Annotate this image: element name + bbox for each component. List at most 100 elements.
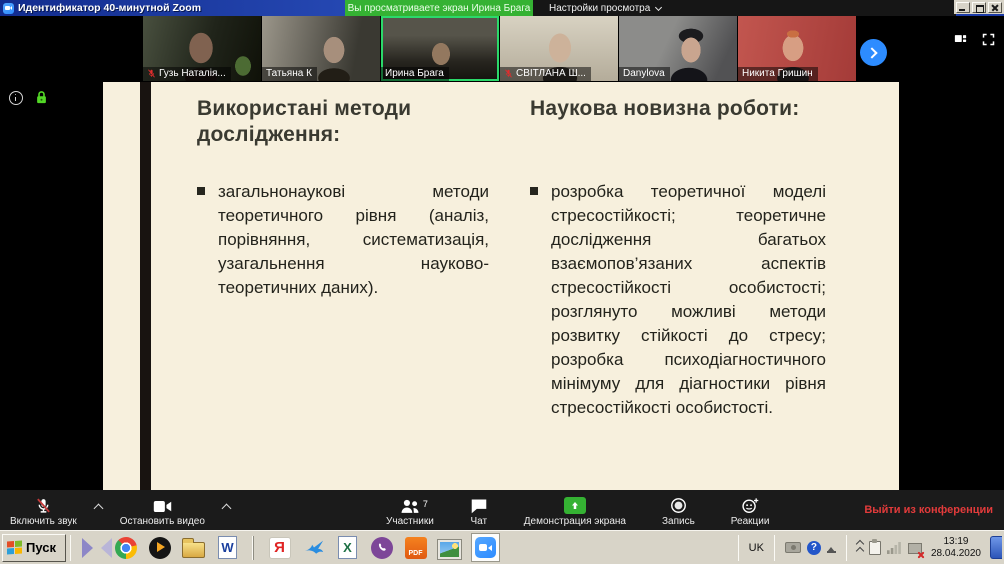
- unmute-label: Включить звук: [10, 516, 77, 527]
- chat-icon: [470, 498, 488, 514]
- excel-icon[interactable]: X: [335, 535, 360, 560]
- info-icon[interactable]: [9, 91, 23, 105]
- blue-bird-app-icon[interactable]: [301, 535, 326, 560]
- view-mode-icons: [953, 32, 996, 47]
- video-tiles: Гузь Наталія... Татьяна К Ирина Брага СВ…: [143, 16, 856, 81]
- foxit-pdf-icon[interactable]: PDF: [403, 535, 428, 560]
- windows-logo-icon: [7, 540, 22, 554]
- windows-taskbar: Пуск W Я X PDF: [0, 530, 1004, 564]
- stop-video-label: Остановить видео: [120, 516, 205, 527]
- chat-label: Чат: [470, 516, 487, 527]
- video-tile-active-speaker[interactable]: Ирина Брага: [381, 16, 499, 81]
- restore-button[interactable]: [972, 2, 986, 13]
- video-tile[interactable]: Гузь Наталія...: [143, 16, 261, 81]
- mic-muted-icon: [504, 69, 513, 78]
- participant-name: Danylova: [623, 68, 665, 79]
- toolbar-left-group: Включить звук Остановить видео: [2, 490, 240, 530]
- quick-launch: W Я X PDF: [79, 533, 500, 562]
- reactions-button[interactable]: Реакции: [723, 490, 778, 530]
- participant-name: Татьяна К: [266, 68, 312, 79]
- participants-icon: [400, 498, 420, 514]
- slide-bullet-left-text: загальнонаукові методи теоретичного рівн…: [218, 180, 489, 300]
- participants-label: Участники: [386, 516, 434, 527]
- taskbar-window-button[interactable]: [990, 536, 1002, 559]
- screen-share-banner: Вы просматриваете экран Ирина Брага: [345, 0, 533, 16]
- help-icon[interactable]: ?: [807, 541, 821, 555]
- chevron-up-icon: [93, 503, 103, 513]
- reactions-label: Реакции: [731, 516, 770, 527]
- close-button[interactable]: [988, 2, 1002, 13]
- next-participants-button[interactable]: [860, 39, 887, 66]
- chrome-icon[interactable]: [113, 535, 138, 560]
- slide-heading-left: Використані методи дослідження:: [197, 96, 497, 148]
- start-label: Пуск: [26, 540, 56, 555]
- chevron-right-icon: [866, 47, 877, 58]
- kmplayer-icon[interactable]: [79, 535, 104, 560]
- start-button[interactable]: Пуск: [2, 534, 66, 562]
- fullscreen-icon[interactable]: [981, 32, 996, 47]
- audio-options-button[interactable]: [85, 490, 112, 530]
- yandex-browser-icon[interactable]: Я: [267, 535, 292, 560]
- word-icon[interactable]: W: [215, 535, 240, 560]
- safely-remove-icon[interactable]: [827, 543, 836, 553]
- slide-bullet-right-text: розробка теоретичної моделі стресостійко…: [551, 180, 826, 420]
- participant-label: Татьяна К: [262, 67, 317, 81]
- tray-date: 28.04.2020: [931, 548, 981, 560]
- tray-clock[interactable]: 13:19 28.04.2020: [928, 536, 984, 559]
- mic-off-icon: [35, 497, 52, 514]
- picture-manager-icon[interactable]: [437, 535, 462, 560]
- folder-icon[interactable]: [181, 535, 206, 560]
- share-screen-button[interactable]: Демонстрация экрана: [516, 490, 634, 530]
- zoom-taskbar-button[interactable]: [471, 533, 500, 562]
- video-tile[interactable]: Danylova: [619, 16, 737, 81]
- bullet-marker: [530, 187, 538, 195]
- stop-video-button[interactable]: Остановить видео: [112, 490, 213, 530]
- window-controls: [954, 0, 1004, 14]
- chevron-up-icon: [221, 503, 231, 513]
- toolbar-center-group: 7 Участники Чат Демонстрация экрана Запи…: [378, 490, 777, 530]
- video-tile[interactable]: СВІТЛАНА Ш...: [500, 16, 618, 81]
- pdf-label: PDF: [405, 537, 427, 559]
- yandex-letter: Я: [269, 537, 291, 559]
- video-camera-icon: [153, 499, 172, 514]
- minimize-button[interactable]: [956, 2, 970, 13]
- video-tile[interactable]: Татьяна К: [262, 16, 380, 81]
- chevron-down-icon[interactable]: [655, 3, 662, 10]
- participant-label: Гузь Наталія...: [143, 67, 231, 81]
- taskbar-divider: [70, 535, 71, 561]
- participant-label: СВІТЛАНА Ш...: [500, 67, 591, 81]
- viber-icon[interactable]: [369, 535, 394, 560]
- view-settings-button[interactable]: Настройки просмотра: [549, 3, 650, 14]
- word-letter: W: [218, 536, 237, 559]
- hidden-icons-chevron[interactable]: [857, 541, 863, 554]
- unmute-button[interactable]: Включить звук: [2, 490, 85, 530]
- window-title: Идентификатор 40-минутной Zoom: [18, 2, 201, 14]
- window-titlebar: Идентификатор 40-минутной Zoom Вы просма…: [0, 0, 1004, 16]
- record-label: Запись: [662, 516, 695, 527]
- language-indicator[interactable]: UK: [749, 542, 764, 554]
- video-tile[interactable]: Никита Гришин: [738, 16, 856, 81]
- network-disconnected-icon[interactable]: [908, 543, 922, 554]
- participant-name: СВІТЛАНА Ш...: [516, 68, 586, 79]
- record-button[interactable]: Запись: [654, 490, 703, 530]
- signal-bars-icon[interactable]: [887, 542, 902, 554]
- participant-name: Гузь Наталія...: [159, 68, 226, 79]
- video-options-button[interactable]: [213, 490, 240, 530]
- slide-bullet-right: розробка теоретичної моделі стресостійко…: [530, 180, 826, 420]
- clipboard-tray-icon[interactable]: [869, 541, 881, 555]
- slide-heading-right: Наукова новизна роботи:: [530, 96, 840, 122]
- tray-time: 13:19: [931, 536, 981, 548]
- participants-button[interactable]: 7 Участники: [378, 490, 442, 530]
- gallery-view-icon[interactable]: [953, 32, 968, 47]
- system-tray: UK ? 13:19 28.04.2020: [734, 531, 1004, 564]
- aimp-icon[interactable]: [147, 535, 172, 560]
- excel-letter: X: [338, 536, 357, 559]
- chat-button[interactable]: Чат: [462, 490, 496, 530]
- leave-meeting-button[interactable]: Выйти из конференции: [864, 490, 993, 530]
- tray-divider: [738, 535, 739, 561]
- zoom-meeting-window: Идентификатор 40-минутной Zoom Вы просма…: [0, 0, 1004, 564]
- tray-camera-icon[interactable]: [785, 542, 801, 553]
- mic-muted-icon: [147, 69, 156, 78]
- participant-label: Никита Гришин: [738, 67, 818, 81]
- shared-screen-area: Використані методи дослідження: Наукова …: [0, 81, 1004, 490]
